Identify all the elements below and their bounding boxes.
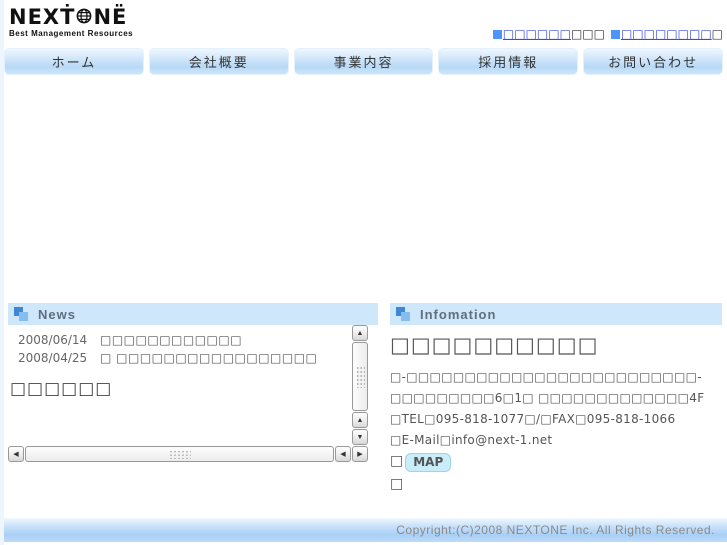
scroll-right-button[interactable]: ▶ [352,446,368,462]
footer-bar: Copyright:(C)2008 NEXTONE Inc. All Right… [0,518,727,542]
logo-text-right: NË [93,5,128,29]
news-list: 2008/06/14 □□□□□□□□□□□□ 2008/04/25 □ □□□… [8,325,352,445]
logo-tagline: Best Management Resources [9,29,134,38]
scroll-up-button[interactable]: ▲ [352,325,368,341]
map-prefix: □ [390,453,404,469]
scroll-grip-icon [355,365,365,388]
map-button[interactable]: MAP [405,453,452,472]
info-line-address: □□□□□□□□□6□1□ □□□□□□□□□□□□□4F [390,391,705,405]
news-body: 2008/06/14 □□□□□□□□□□□□ 2008/04/25 □ □□□… [8,325,368,445]
copyright-text: Copyright:(C)2008 NEXTONE Inc. All Right… [396,523,715,537]
news-horizontal-scrollbar[interactable]: ◀ ◀ ▶ [8,446,368,462]
scroll-left-icon: ◀ [13,451,19,458]
scroll-left-icon: ◀ [340,451,346,458]
news-item-text: □ □□□□□□□□□□□□□□□□□ [100,351,318,365]
vertical-scroll-thumb[interactable] [352,342,368,411]
utility-link-1-text[interactable]: □□□□□□ [503,27,571,41]
horizontal-scroll-thumb[interactable] [25,446,334,462]
utility-link-2-text[interactable]: □□□□□□□□ [621,27,712,41]
double-square-icon [396,307,410,321]
utility-link-1[interactable]: □□□□□□ □□□ [492,27,605,41]
information-title: Infomation [420,306,497,322]
page: NEXṪ NË Best Management Resources □□□□□□ [0,0,727,545]
scroll-left-button-2[interactable]: ◀ [335,446,351,462]
info-line-catchphrase: □-□□□□□□□□□□□□□□□□□□□□□□□□□- [390,370,702,384]
news-item: 2008/04/25 □ □□□□□□□□□□□□□□□□□ [8,351,352,365]
news-section: News 2008/06/14 □□□□□□□□□□□□ 2008/04/25 … [8,303,378,492]
news-vertical-scrollbar[interactable]: ▲ ▲ ▼ [352,325,368,445]
scroll-left-button[interactable]: ◀ [8,446,24,462]
nav-item-company[interactable]: 会社概要 [148,48,289,75]
utility-link-2[interactable]: □□□□□□□□ □ [610,27,723,41]
logo-wordmark: NEXṪ NË [9,5,133,29]
nav-item-recruit[interactable]: 採用情報 [438,48,579,75]
nav-item-home[interactable]: ホーム [4,48,144,75]
utility-link-1-suffix: □□□ [570,27,605,41]
scroll-up-button-2[interactable]: ▲ [352,412,368,428]
top-utility-links: □□□□□□ □□□ □□□□□□□□ □ [492,27,723,41]
globe-icon [76,5,92,29]
content-columns: News 2008/06/14 □□□□□□□□□□□□ 2008/04/25 … [8,303,722,492]
info-line-tel-fax: □TEL□095-818-1077□/□FAX□095-818-1066 [390,412,676,426]
scroll-grip-icon [168,449,191,459]
news-title: News [38,306,76,322]
information-section: Infomation □□□□□□□□□□ □-□□□□□□□□□□□□□□□□… [390,303,722,492]
double-square-icon [14,307,28,321]
utility-link-2-suffix: □ [711,27,723,41]
header: NEXṪ NË Best Management Resources □□□□□□ [0,0,727,48]
nav-item-contact[interactable]: お問い合わせ [583,48,723,75]
scroll-up-icon: ▲ [356,416,364,424]
company-name-heading: □□□□□□□□□□ [390,333,599,357]
nav-item-business[interactable]: 事業内容 [293,48,434,75]
news-header-bar: News [8,303,378,325]
scroll-right-icon: ▶ [357,451,363,458]
info-trailing: □ [390,476,404,492]
page-left-edge [0,0,4,545]
bullet-square-icon [492,29,502,39]
news-item-text: □□□□□□□□□□□□ [100,333,243,347]
company-logo[interactable]: NEXṪ NË Best Management Resources [9,5,133,38]
news-item: 2008/06/14 □□□□□□□□□□□□ [8,333,352,347]
main-nav: ホーム 会社概要 事業内容 採用情報 お問い合わせ [0,48,727,75]
main-banner-area [0,75,727,303]
info-line-email: □E-Mail□info@next-1.net [390,433,553,447]
scroll-up-icon: ▲ [356,329,364,337]
information-header-bar: Infomation [390,303,722,325]
information-content: □□□□□□□□□□ □-□□□□□□□□□□□□□□□□□□□□□□□□□- … [390,325,722,492]
bullet-square-icon [610,29,620,39]
scroll-down-icon: ▼ [356,433,364,441]
news-subheading: □□□□□□ [10,379,113,399]
scroll-down-button[interactable]: ▼ [352,429,368,445]
logo-text-left: NEXṪ [9,5,76,29]
news-item-date: 2008/06/14 [18,333,88,347]
map-row: □ MAP [390,453,722,472]
news-item-date: 2008/04/25 [18,351,88,365]
